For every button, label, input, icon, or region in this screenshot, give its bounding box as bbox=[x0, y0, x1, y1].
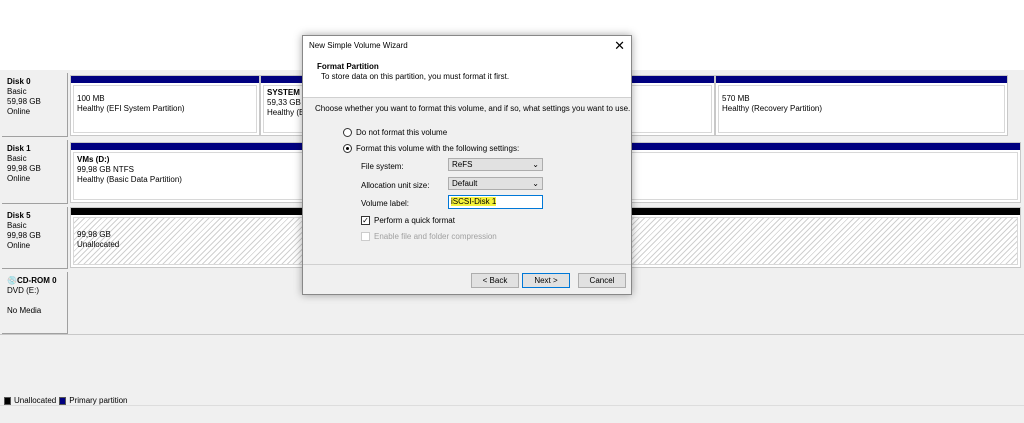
legend: Unallocated Primary partition bbox=[4, 396, 128, 405]
disk-name: Disk 1 bbox=[7, 144, 31, 153]
volume-label-value: iSCSI-Disk 1 bbox=[451, 197, 497, 206]
partition-title: SYSTEM ( bbox=[267, 88, 305, 97]
file-system-label: File system: bbox=[361, 162, 404, 171]
divider bbox=[0, 334, 1024, 335]
dialog-title: New Simple Volume Wizard bbox=[303, 36, 631, 56]
primary-swatch bbox=[59, 396, 67, 405]
disk-status: Online bbox=[7, 174, 31, 183]
partition-size: 100 MB bbox=[77, 94, 105, 103]
unallocated-swatch bbox=[4, 396, 11, 405]
checkbox-label: Perform a quick format bbox=[374, 216, 455, 225]
disk-status: Online bbox=[7, 107, 31, 116]
checkmark-icon: ✓ bbox=[361, 216, 370, 225]
partition-recovery[interactable]: 570 MB Healthy (Recovery Partition) bbox=[715, 75, 1008, 136]
disk-status: Online bbox=[7, 241, 31, 250]
legend-unallocated: Unallocated bbox=[14, 396, 57, 405]
partition-size: 570 MB bbox=[722, 94, 750, 103]
cdrom-name-text: CD-ROM 0 bbox=[16, 276, 57, 285]
checkbox-icon bbox=[361, 232, 370, 241]
radio-label: Do not format this volume bbox=[356, 128, 448, 137]
disk-name: Disk 5 bbox=[7, 211, 31, 220]
disk-1-label[interactable]: Disk 1 Basic 99,98 GB Online bbox=[2, 140, 68, 204]
dialog-heading: Format Partition bbox=[317, 62, 379, 71]
disk-size: 99,98 GB bbox=[7, 164, 41, 173]
new-simple-volume-wizard: New Simple Volume Wizard ✕ Format Partit… bbox=[302, 35, 632, 295]
cdrom-label[interactable]: 💿CD-ROM 0 DVD (E:) No Media bbox=[2, 272, 68, 334]
status-bar bbox=[0, 405, 1024, 423]
radio-format[interactable]: Format this volume with the following se… bbox=[343, 144, 519, 153]
disk-5-label[interactable]: Disk 5 Basic 99,98 GB Online bbox=[2, 207, 68, 269]
chevron-down-icon: ⌄ bbox=[532, 179, 539, 188]
volume-label-label: Volume label: bbox=[361, 199, 410, 208]
alloc-value: Default bbox=[452, 179, 478, 188]
radio-icon bbox=[343, 128, 352, 137]
file-system-value: ReFS bbox=[452, 160, 473, 169]
disk-type: Basic bbox=[7, 154, 27, 163]
disk-status: No Media bbox=[7, 306, 42, 315]
close-icon[interactable]: ✕ bbox=[614, 38, 625, 54]
cdrom-icon: 💿 bbox=[7, 276, 17, 285]
partition-title: VMs (D:) bbox=[77, 155, 110, 164]
disk-size: 99,98 GB bbox=[7, 231, 41, 240]
quick-format-checkbox[interactable]: ✓ Perform a quick format bbox=[361, 216, 455, 225]
disk-type: Basic bbox=[7, 87, 27, 96]
file-system-select[interactable]: ReFS ⌄ bbox=[448, 158, 543, 171]
next-button[interactable]: Next > bbox=[522, 273, 570, 288]
back-button[interactable]: < Back bbox=[471, 273, 519, 288]
radio-icon bbox=[343, 144, 352, 153]
disk-type: Basic bbox=[7, 221, 27, 230]
chevron-down-icon: ⌄ bbox=[532, 160, 539, 169]
partition-efi[interactable]: 100 MB Healthy (EFI System Partition) bbox=[70, 75, 260, 136]
instruction-text: Choose whether you want to format this v… bbox=[315, 104, 631, 113]
divider bbox=[303, 264, 631, 265]
compression-checkbox[interactable]: Enable file and folder compression bbox=[361, 232, 497, 241]
disk-0-label[interactable]: Disk 0 Basic 59,98 GB Online bbox=[2, 73, 68, 137]
cancel-button[interactable]: Cancel bbox=[578, 273, 626, 288]
disk-type: DVD (E:) bbox=[7, 286, 39, 295]
checkbox-label: Enable file and folder compression bbox=[374, 232, 497, 241]
radio-label: Format this volume with the following se… bbox=[356, 144, 520, 153]
disk-name: Disk 0 bbox=[7, 77, 31, 86]
disk-size: 59,98 GB bbox=[7, 97, 41, 106]
allocation-unit-select[interactable]: Default ⌄ bbox=[448, 177, 543, 190]
legend-primary: Primary partition bbox=[69, 396, 128, 405]
partition-status: Healthy (Recovery Partition) bbox=[722, 104, 823, 113]
partition-status: Healthy (EFI System Partition) bbox=[77, 104, 185, 113]
cdrom-name: 💿CD-ROM 0 bbox=[7, 276, 62, 286]
dialog-header: Format Partition To store data on this p… bbox=[303, 56, 631, 98]
radio-no-format[interactable]: Do not format this volume bbox=[343, 128, 447, 137]
volume-label-input[interactable]: iSCSI-Disk 1 bbox=[448, 195, 543, 209]
alloc-label: Allocation unit size: bbox=[361, 181, 430, 190]
dialog-subheading: To store data on this partition, you mus… bbox=[321, 72, 510, 81]
